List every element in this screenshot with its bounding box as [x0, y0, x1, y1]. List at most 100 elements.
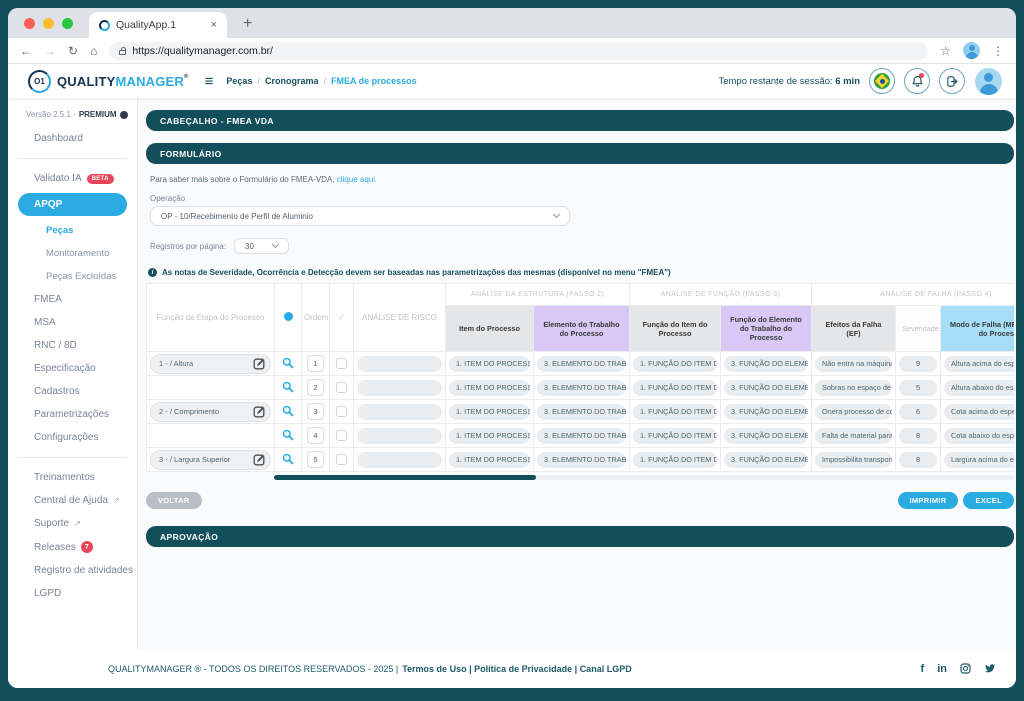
close-window-button[interactable] [24, 17, 35, 29]
funcao-etapa-field[interactable]: 3 - / Largura Superior [150, 449, 271, 470]
home-icon[interactable]: ⌂ [90, 45, 97, 57]
notifications-bell-icon[interactable] [904, 68, 930, 94]
bookmark-star-icon[interactable]: ☆ [940, 44, 951, 58]
efeitos-falha-field[interactable]: Impossibilita transporta [815, 451, 892, 468]
item-processo-field[interactable]: 1. ITEM DO PROCESSO [449, 451, 530, 468]
excel-button[interactable]: EXCEL [963, 492, 1014, 509]
severidade-field[interactable]: 6 [899, 403, 937, 420]
modo-falha-field[interactable]: Largura acima do especit [944, 451, 1014, 468]
sidebar-item-treinamentos[interactable]: Treinamentos [8, 466, 137, 489]
sidebar-item-releases[interactable]: Releases 7 [8, 535, 137, 559]
elemento-trabalho-field[interactable]: 3. ELEMENTO DO TRABAL [537, 379, 626, 396]
sidebar-item-lgpd[interactable]: LGPD [8, 582, 137, 605]
sidebar-item-validato-ia[interactable]: Validato IA BETA [8, 167, 137, 190]
severidade-field[interactable]: 5 [899, 379, 937, 396]
imprimir-button[interactable]: IMPRIMIR [897, 492, 959, 509]
section-header-aprovacao[interactable]: APROVAÇÃO [146, 526, 1014, 547]
analise-risco-input[interactable] [357, 355, 442, 372]
breadcrumb-item-cronograma[interactable]: Cronograma [265, 76, 319, 86]
row-checkbox[interactable] [336, 454, 347, 465]
new-tab-button[interactable]: + [243, 15, 252, 33]
sidebar-item-suporte[interactable]: Suporte ↗ [8, 512, 137, 535]
funcao-elemento-field[interactable]: 3. FUNÇÃO DO ELEMENTO [724, 403, 808, 420]
voltar-button[interactable]: VOLTAR [146, 492, 202, 509]
logout-icon[interactable] [939, 68, 965, 94]
sidebar-item-registro-de-atividades[interactable]: Registro de atividades [8, 559, 137, 582]
ordem-input[interactable]: 1 [307, 355, 324, 372]
funcao-item-field[interactable]: 1. FUNÇÃO DO ITEM DO PI [633, 427, 717, 444]
modo-falha-field[interactable]: Cota abaixo do especifica [944, 427, 1014, 444]
funcao-elemento-field[interactable]: 3. FUNÇÃO DO ELEMENTO [724, 355, 808, 372]
sidebar-item-dashboard[interactable]: Dashboard [8, 127, 137, 150]
elemento-trabalho-field[interactable]: 3. ELEMENTO DO TRABAL [537, 403, 626, 420]
funcao-elemento-field[interactable]: 3. FUNÇÃO DO ELEMENTO [724, 379, 808, 396]
edit-icon[interactable] [253, 453, 266, 466]
modo-falha-field[interactable]: Cota acima do especifica [944, 403, 1014, 420]
sidebar-item-parametriza-es[interactable]: Parametrizações [8, 403, 137, 426]
edit-icon[interactable] [253, 357, 266, 370]
ordem-input[interactable]: 4 [307, 427, 324, 444]
sidebar-item-monitoramento[interactable]: Monitoramento [8, 242, 137, 265]
sidebar-item-apqp[interactable]: APQP [18, 193, 127, 216]
severidade-field[interactable]: 9 [899, 355, 937, 372]
language-flag-icon[interactable] [869, 68, 895, 94]
row-checkbox[interactable] [336, 382, 347, 393]
funcao-item-field[interactable]: 1. FUNÇÃO DO ITEM DO PI [633, 403, 717, 420]
analise-risco-input[interactable] [357, 427, 442, 444]
search-icon[interactable] [282, 405, 294, 417]
forward-icon[interactable]: → [44, 45, 56, 57]
row-checkbox[interactable] [336, 406, 347, 417]
analise-risco-input[interactable] [357, 403, 442, 420]
ordem-input[interactable]: 5 [307, 451, 324, 468]
breadcrumb-item-pe-as[interactable]: Peças [226, 76, 252, 86]
item-processo-field[interactable]: 1. ITEM DO PROCESSO [449, 355, 530, 372]
user-avatar[interactable] [975, 67, 1002, 95]
twitter-icon[interactable] [984, 663, 996, 676]
operacao-select[interactable]: OP - 10/Recebimento de Perfil de Alumini… [150, 206, 570, 226]
search-icon[interactable] [282, 453, 294, 465]
funcao-item-field[interactable]: 1. FUNÇÃO DO ITEM DO PI [633, 355, 717, 372]
search-icon[interactable] [282, 429, 294, 441]
sidebar-item-especifica-o[interactable]: Especificação [8, 357, 137, 380]
severidade-field[interactable]: 8 [899, 451, 937, 468]
funcao-etapa-field[interactable]: 2 - / Comprimento [150, 401, 271, 422]
clique-aqui-link[interactable]: clique aqui [337, 175, 375, 184]
breadcrumb-item-fmea-de-processos[interactable]: FMEA de processos [331, 76, 417, 86]
efeitos-falha-field[interactable]: Falta de material para cort [815, 427, 892, 444]
row-checkbox[interactable] [336, 430, 347, 441]
efeitos-falha-field[interactable]: Sobras no espaço de corte [815, 379, 892, 396]
search-icon[interactable] [282, 357, 294, 369]
instagram-icon[interactable] [960, 662, 971, 676]
browser-menu-icon[interactable]: ⋮ [992, 44, 1004, 58]
address-input[interactable]: https://qualitymanager.com.br/ [109, 41, 929, 60]
footer-link-pol-tica-de-privacidade[interactable]: Política de Privacidade [474, 664, 572, 674]
minimize-window-button[interactable] [43, 17, 54, 29]
section-header-formulario[interactable]: FORMULÁRIO [146, 143, 1014, 164]
search-icon[interactable] [282, 381, 294, 393]
browser-tab[interactable]: QualityApp.1 × [89, 12, 227, 38]
scrollbar-thumb[interactable] [274, 475, 536, 480]
modo-falha-field[interactable]: Altura abaixo do especif [944, 379, 1014, 396]
browser-profile-avatar[interactable] [963, 42, 980, 59]
modo-falha-field[interactable]: Altura acima do especific [944, 355, 1014, 372]
sidebar-item-rnc-8d[interactable]: RNC / 8D [8, 334, 137, 357]
funcao-elemento-field[interactable]: 3. FUNÇÃO DO ELEMENTO [724, 451, 808, 468]
severidade-field[interactable]: 8 [899, 427, 937, 444]
elemento-trabalho-field[interactable]: 3. ELEMENTO DO TRABAL [537, 355, 626, 372]
footer-link-canal-lgpd[interactable]: Canal LGPD [580, 664, 632, 674]
back-icon[interactable]: ← [20, 45, 32, 57]
funcao-item-field[interactable]: 1. FUNÇÃO DO ITEM DO PI [633, 379, 717, 396]
item-processo-field[interactable]: 1. ITEM DO PROCESSO [449, 403, 530, 420]
sidebar-item-cadastros[interactable]: Cadastros [8, 380, 137, 403]
item-processo-field[interactable]: 1. ITEM DO PROCESSO [449, 379, 530, 396]
ordem-input[interactable]: 2 [307, 379, 324, 396]
efeitos-falha-field[interactable]: Não entra na máquina de [815, 355, 892, 372]
sidebar-item-msa[interactable]: MSA [8, 311, 137, 334]
footer-link-termos-de-uso[interactable]: Termos de Uso [402, 664, 466, 674]
ordem-input[interactable]: 3 [307, 403, 324, 420]
row-checkbox[interactable] [336, 358, 347, 369]
funcao-elemento-field[interactable]: 3. FUNÇÃO DO ELEMENTO [724, 427, 808, 444]
registros-select[interactable]: 30 [234, 238, 290, 254]
sidebar-item-configura-es[interactable]: Configurações [8, 426, 137, 449]
elemento-trabalho-field[interactable]: 3. ELEMENTO DO TRABAL [537, 427, 626, 444]
